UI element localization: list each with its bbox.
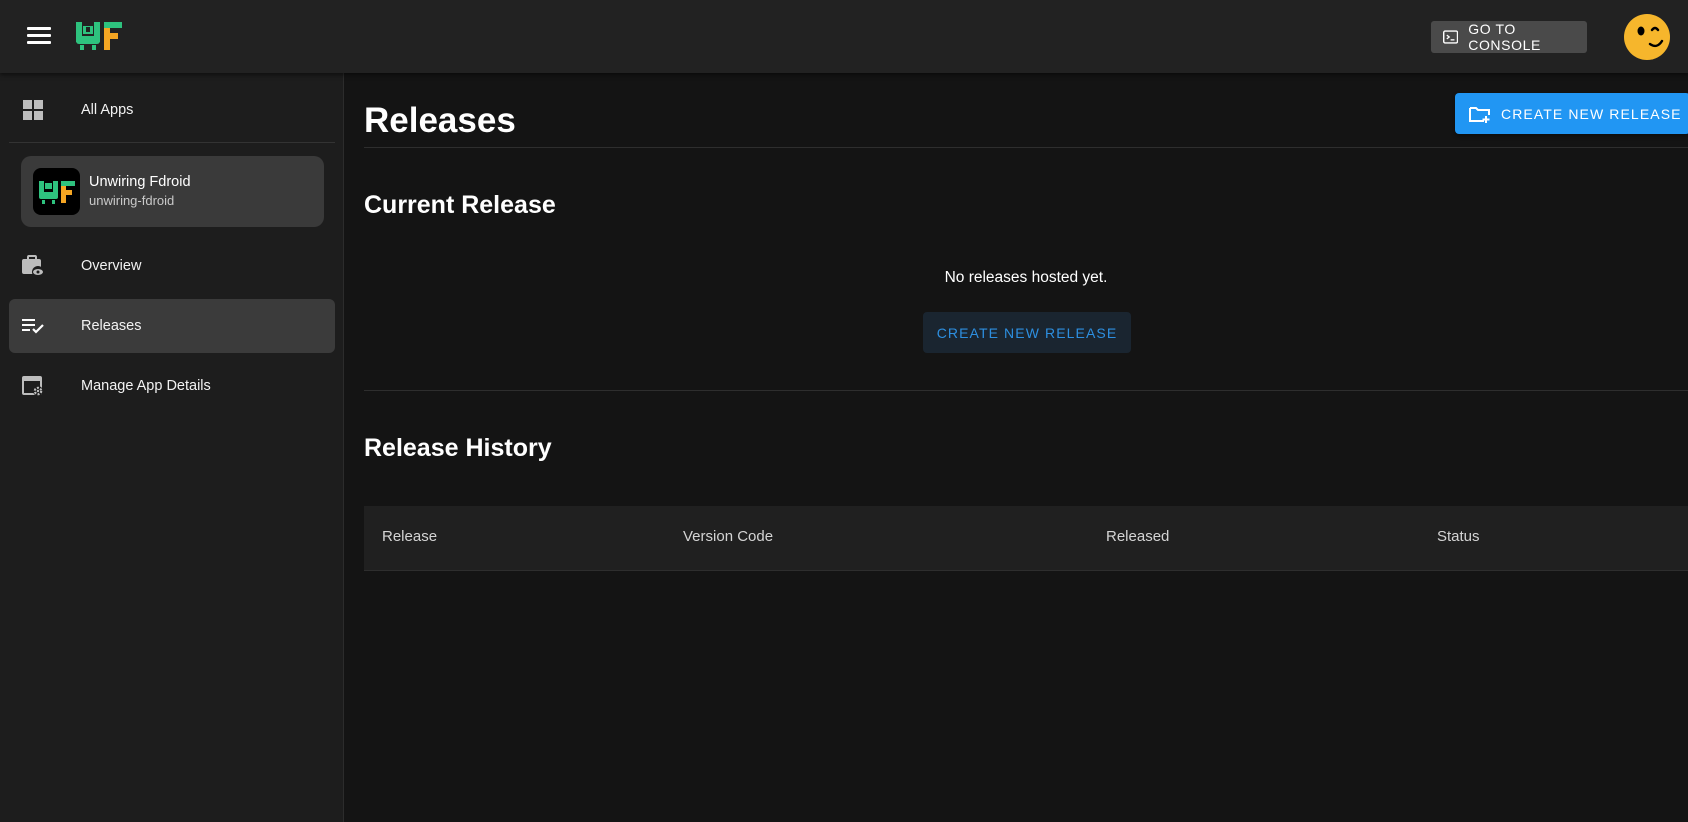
sidebar-item-label: Overview (81, 258, 142, 274)
sidebar-item-all-apps[interactable]: All Apps (9, 83, 335, 137)
go-to-console-label: GO TO CONSOLE (1468, 21, 1541, 53)
app-logo[interactable] (74, 18, 126, 54)
sidebar: All Apps Unwiring Fdroid unwiring-fdroid (0, 73, 344, 822)
release-history-table-header: Release Version Code Released Status (364, 506, 1688, 571)
user-avatar[interactable] (1624, 14, 1670, 60)
winking-face-icon (1637, 26, 1664, 48)
column-header-released[interactable]: Released (1106, 528, 1169, 545)
column-header-release[interactable]: Release (382, 528, 437, 545)
main-content: Releases CREATE NEW RELEASE Current Rele… (344, 73, 1688, 822)
sidebar-item-manage-app-details[interactable]: Manage App Details (9, 359, 335, 413)
app-icon (33, 168, 80, 215)
sidebar-item-overview[interactable]: Overview (9, 239, 335, 293)
sidebar-item-label: Releases (81, 318, 142, 334)
column-header-version-code[interactable]: Version Code (683, 528, 773, 545)
empty-state-text: No releases hosted yet. (944, 269, 1108, 286)
selected-app-card[interactable]: Unwiring Fdroid unwiring-fdroid (21, 156, 324, 227)
sidebar-item-releases[interactable]: Releases (9, 299, 335, 353)
sidebar-divider (9, 142, 335, 143)
app-slug: unwiring-fdroid (89, 193, 175, 208)
window-gear-icon (22, 376, 43, 396)
divider (364, 390, 1688, 391)
briefcase-eye-icon (22, 255, 44, 278)
folder-plus-icon (1469, 106, 1490, 123)
playlist-check-icon (22, 319, 44, 334)
terminal-icon (1443, 30, 1459, 44)
app-name: Unwiring Fdroid (89, 174, 191, 190)
grid-icon (23, 100, 43, 120)
sidebar-item-label: Manage App Details (81, 378, 211, 394)
divider (364, 147, 1688, 148)
column-header-status[interactable]: Status (1437, 528, 1480, 545)
go-to-console-button[interactable]: GO TO CONSOLE (1431, 21, 1587, 53)
page-title: Releases (364, 101, 516, 140)
create-new-release-label: CREATE NEW RELEASE (1501, 105, 1682, 122)
release-history-heading: Release History (364, 434, 552, 462)
create-new-release-button[interactable]: CREATE NEW RELEASE (1455, 93, 1688, 134)
current-release-heading: Current Release (364, 191, 556, 219)
hamburger-menu-icon[interactable] (27, 27, 51, 45)
top-app-bar: GO TO CONSOLE (0, 0, 1688, 73)
sidebar-item-label: All Apps (81, 102, 134, 118)
create-release-secondary-button[interactable]: CREATE NEW RELEASE (923, 312, 1131, 353)
